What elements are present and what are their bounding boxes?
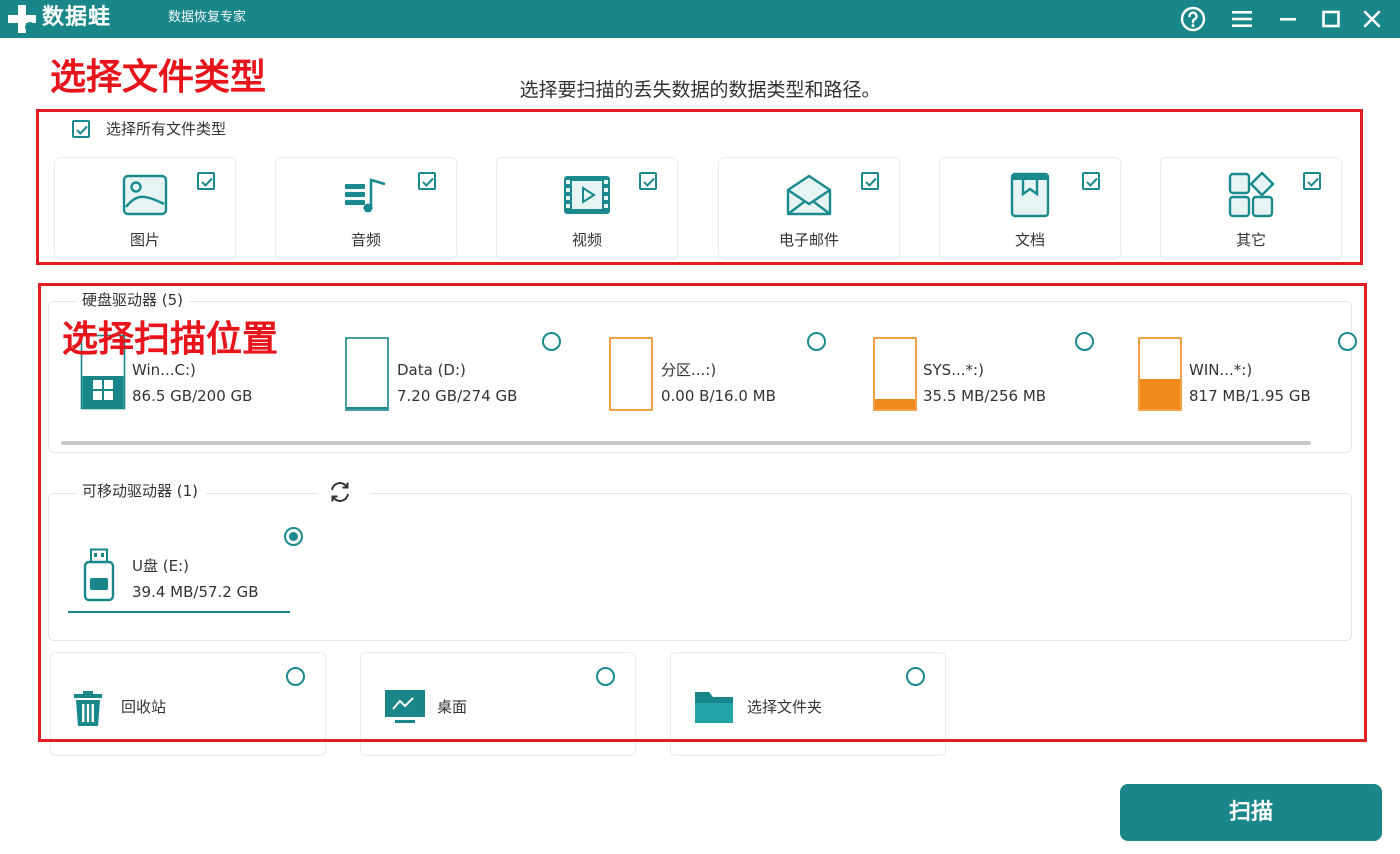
audio-icon: [345, 178, 386, 213]
file-type-card-email[interactable]: 电子邮件: [718, 157, 900, 259]
drive-size: 39.4 MB/57.2 GB: [132, 583, 259, 601]
location-radio[interactable]: [596, 667, 615, 686]
video-icon: [564, 176, 610, 214]
hard-drives-title: 硬盘驱动器 (5): [76, 290, 190, 310]
maximize-icon: [1322, 10, 1340, 28]
location-card-recycle-bin[interactable]: 回收站: [50, 652, 326, 756]
hard-drive-item[interactable]: 分区...:) 0.00 B/16.0 MB: [609, 337, 829, 417]
file-type-checkbox[interactable]: [861, 172, 879, 190]
drive-size: 7.20 GB/274 GB: [397, 387, 518, 405]
file-type-card-audio[interactable]: 音频: [275, 157, 457, 259]
page-subtitle: 选择要扫描的丢失数据的数据类型和路径。: [519, 79, 881, 101]
hard-drive-item[interactable]: SYS...*:) 35.5 MB/256 MB: [873, 337, 1093, 417]
file-type-card-image[interactable]: 图片: [54, 157, 236, 259]
drive-size: 817 MB/1.95 GB: [1189, 387, 1311, 405]
select-all-label: 选择所有文件类型: [106, 120, 227, 138]
file-type-checkbox[interactable]: [639, 172, 657, 190]
location-label: 回收站: [121, 698, 167, 716]
check-icon: [865, 177, 877, 187]
drive-icon: [609, 337, 653, 411]
check-icon: [422, 177, 434, 187]
file-type-checkbox[interactable]: [418, 172, 436, 190]
check-icon: [76, 125, 88, 135]
menu-icon: [1232, 11, 1252, 27]
app-logo-icon: [8, 5, 36, 33]
removable-drives-title: 可移动驱动器 (1): [76, 481, 207, 501]
file-type-card-document[interactable]: 文档: [939, 157, 1121, 259]
title-bar: 数据蛙 数据恢复专家: [0, 0, 1400, 38]
close-button[interactable]: [1357, 4, 1387, 34]
drive-name: SYS...*:): [923, 361, 984, 379]
check-icon: [1086, 177, 1098, 187]
file-type-label: 视频: [571, 231, 602, 249]
location-label: 桌面: [437, 698, 468, 716]
file-type-checkbox[interactable]: [197, 172, 215, 190]
file-type-checkbox[interactable]: [1082, 172, 1100, 190]
desktop-icon: [385, 690, 425, 723]
location-card-desktop[interactable]: 桌面: [360, 652, 636, 756]
drive-radio[interactable]: [1075, 332, 1094, 351]
location-radio[interactable]: [286, 667, 305, 686]
drive-name: WIN...*:): [1189, 361, 1253, 379]
drive-icon: [1138, 337, 1182, 411]
refresh-button[interactable]: [318, 475, 370, 509]
close-icon: [1363, 10, 1381, 28]
drive-name: Data (D:): [397, 361, 466, 379]
removable-drive-item[interactable]: U盘 (E:) 39.4 MB/57.2 GB: [68, 548, 290, 614]
drive-size: 35.5 MB/256 MB: [923, 387, 1047, 405]
drive-name: 分区...:): [661, 361, 717, 379]
menu-button[interactable]: [1227, 4, 1257, 34]
location-label: 选择文件夹: [747, 698, 823, 716]
hard-drive-item[interactable]: Data (D:) 7.20 GB/274 GB: [345, 337, 565, 417]
location-card-choose-folder[interactable]: 选择文件夹: [670, 652, 946, 756]
other-icon: [1228, 172, 1275, 218]
drive-name: U盘 (E:): [132, 557, 189, 575]
minimize-button[interactable]: [1273, 4, 1303, 34]
app-brand: 数据蛙: [42, 5, 112, 30]
drive-name: Win...C:): [132, 361, 196, 379]
file-type-label: 音频: [350, 231, 381, 249]
email-icon: [786, 174, 832, 216]
selected-underline: [68, 611, 290, 613]
drive-size: 86.5 GB/200 GB: [132, 387, 253, 405]
image-icon: [122, 174, 168, 216]
check-icon: [201, 177, 213, 187]
file-type-label: 电子邮件: [778, 231, 839, 249]
drives-horizontal-scrollbar[interactable]: [61, 441, 1311, 445]
document-icon: [1010, 172, 1050, 218]
app-tagline: 数据恢复专家: [168, 10, 247, 25]
drive-icon: [873, 337, 917, 411]
removable-drive-radio[interactable]: [284, 527, 303, 546]
check-icon: [643, 177, 655, 187]
help-icon: [1180, 6, 1206, 32]
drive-size: 0.00 B/16.0 MB: [661, 387, 776, 405]
drive-radio[interactable]: [1338, 332, 1357, 351]
drive-icon: [345, 337, 389, 411]
drive-radio[interactable]: [542, 332, 561, 351]
file-type-card-video[interactable]: 视频: [496, 157, 678, 259]
minimize-icon: [1280, 18, 1296, 21]
recycle-bin-icon: [74, 691, 102, 726]
scan-button[interactable]: 扫描: [1120, 784, 1382, 841]
folder-icon: [695, 692, 733, 723]
file-type-label: 图片: [129, 231, 160, 249]
select-all-checkbox[interactable]: [72, 120, 90, 138]
drive-radio[interactable]: [807, 332, 826, 351]
maximize-button[interactable]: [1316, 4, 1346, 34]
check-icon: [1307, 177, 1319, 187]
file-type-label: 其它: [1235, 231, 1266, 249]
help-button[interactable]: [1178, 4, 1208, 34]
usb-drive-icon: [83, 548, 115, 602]
file-type-card-other[interactable]: 其它: [1160, 157, 1342, 259]
file-type-checkbox[interactable]: [1303, 172, 1321, 190]
file-type-label: 文档: [1014, 231, 1045, 249]
annotation-select-scan-location: 选择扫描位置: [62, 319, 279, 360]
location-radio[interactable]: [906, 667, 925, 686]
hard-drive-item[interactable]: WIN...*:) 817 MB/1.95 GB: [1138, 337, 1338, 417]
refresh-icon: [331, 482, 349, 502]
